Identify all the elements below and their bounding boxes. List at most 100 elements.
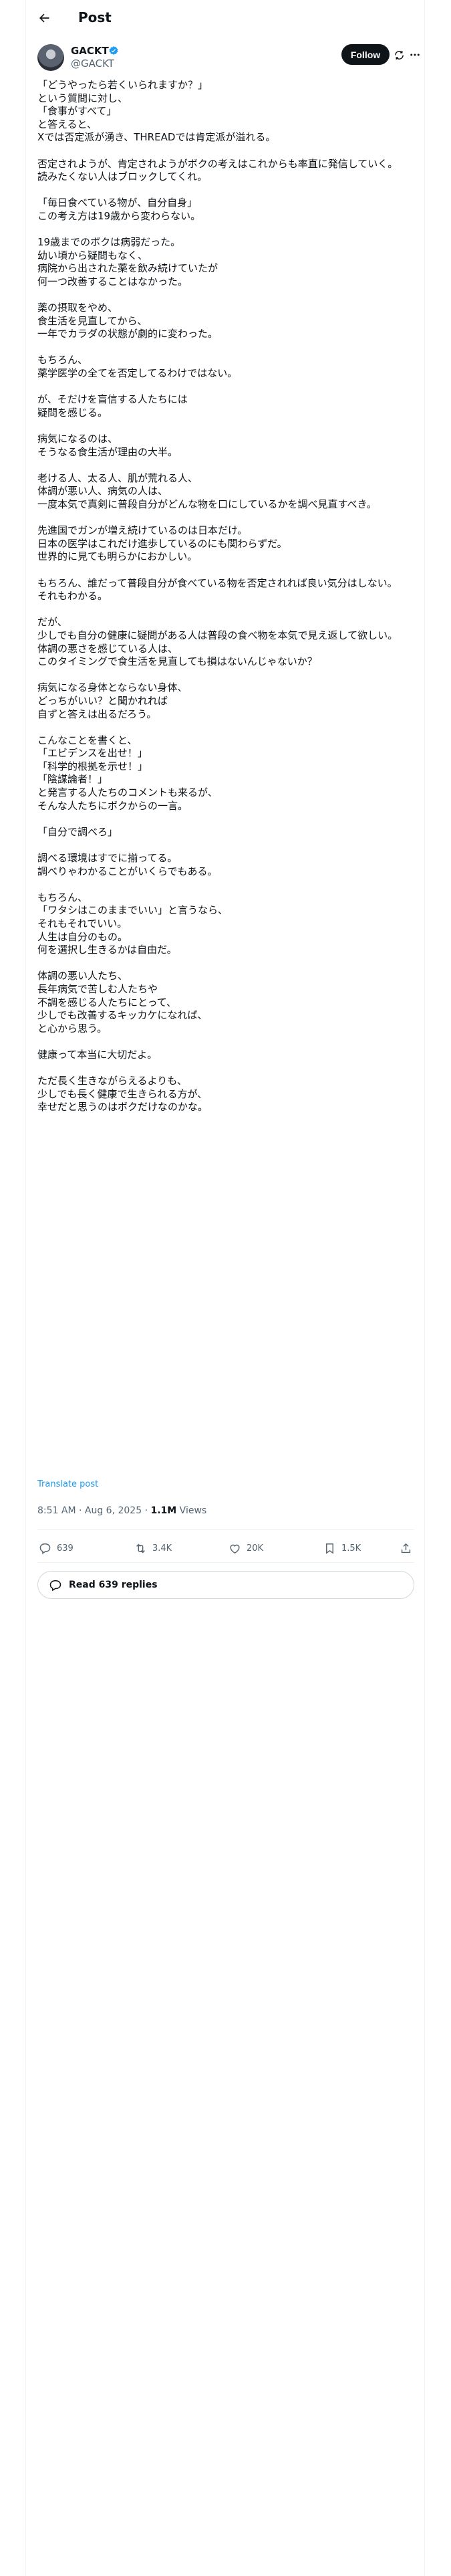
bookmark-icon bbox=[326, 1543, 333, 1554]
post-text-line: 否定されようが、肯定されようがボクの考えはこれからも率直に発信していく。 bbox=[37, 157, 398, 170]
author-row: GACKT @GACKT Follow bbox=[26, 43, 426, 75]
follow-button[interactable]: Follow bbox=[341, 44, 390, 65]
post-text-line: 「自分で調べろ」 bbox=[37, 825, 118, 838]
post-text-line: ただ長く生きながらえるよりも、 bbox=[37, 1075, 187, 1087]
post-text-line: 「毎日食べている物が、自分自身」 bbox=[37, 197, 198, 209]
post-text-line: 人生は自分のもの。 bbox=[37, 930, 128, 943]
post-text-line: こんなことを書くと、 bbox=[37, 734, 138, 746]
post-text-line bbox=[37, 419, 416, 433]
post-text-line bbox=[37, 144, 416, 158]
grok-icon bbox=[394, 50, 404, 60]
post-text-line: という質問に対し、 bbox=[37, 92, 128, 104]
post-text-line: もちろん、 bbox=[37, 891, 88, 903]
post-text-line bbox=[37, 381, 416, 394]
views-label: Views bbox=[176, 1505, 207, 1516]
read-replies-label: Read 639 replies bbox=[69, 1580, 158, 1590]
bookmark-count: 1.5K bbox=[341, 1543, 361, 1553]
post-text-line bbox=[37, 289, 416, 302]
post-text-line: それもわかる。 bbox=[37, 590, 108, 603]
post-text-line: 19歳までのボクは病弱だった。 bbox=[37, 236, 181, 249]
post-text-line: 薬学医学の全てを否定してるわけではない。 bbox=[37, 367, 238, 380]
post-text-line: 少しでも長く健康で生きられる方が、 bbox=[37, 1087, 208, 1100]
author-name[interactable]: GACKT bbox=[71, 45, 109, 57]
post-text-line: 調べる環境はすでに揃ってる。 bbox=[37, 852, 178, 865]
post-text-line: 病気になるのは、 bbox=[37, 433, 118, 445]
post-text-line: 不調を感じる人たちにとって、 bbox=[37, 996, 177, 1008]
more-button[interactable] bbox=[408, 48, 422, 62]
like-button[interactable]: 20K bbox=[229, 1542, 263, 1555]
post-text-line: このタイミングで食生活を見直しても損はないんじゃないか？ bbox=[37, 655, 317, 668]
post-text-line bbox=[37, 839, 416, 852]
back-button[interactable] bbox=[33, 7, 55, 29]
views-count: 1.1M bbox=[150, 1505, 177, 1516]
post-text-line: と発言する人たちのコメントも来るが、 bbox=[37, 786, 218, 799]
post-text-line bbox=[37, 669, 416, 682]
divider bbox=[37, 1562, 414, 1563]
post-text-line: 体調が悪い人、病気の人は、 bbox=[37, 485, 168, 498]
post-text-line bbox=[37, 813, 416, 826]
post-text-line: 健康って本当に大切だよ。 bbox=[37, 1048, 158, 1061]
post-text-line bbox=[37, 1035, 416, 1049]
post-meta: 8:51 AM · Aug 6, 2025 · 1.1M Views bbox=[37, 1505, 206, 1517]
grok-button[interactable] bbox=[392, 48, 406, 62]
post-text-line: 病院から出された薬を飲み続けていたが bbox=[37, 262, 218, 275]
heart-icon bbox=[230, 1544, 240, 1554]
post-text-line: 一年でカラダの状態が劇的に変わった。 bbox=[37, 328, 218, 340]
post-text-line: 読みたくない人はブロックしてくれ。 bbox=[37, 171, 208, 183]
top-bar: Post bbox=[26, 0, 426, 35]
post-timestamp[interactable]: 8:51 AM · Aug 6, 2025 · bbox=[37, 1505, 150, 1516]
verified-badge-icon bbox=[109, 46, 118, 55]
post-text-line: 自ずと答えは出るだろう。 bbox=[37, 708, 157, 720]
post-text-line: 「科学的根拠を示せ！」 bbox=[37, 760, 148, 772]
post-text-line: 少しでも改善するキッカケになれば、 bbox=[37, 1009, 208, 1022]
bookmark-button[interactable]: 1.5K bbox=[323, 1542, 361, 1555]
post-text-line: 「陰謀論者！」 bbox=[37, 773, 108, 786]
chat-bubble-icon bbox=[49, 1580, 61, 1592]
post-text-line: 幼い頃から疑問もなく、 bbox=[37, 249, 148, 261]
post-text-line: 食生活を見直してから、 bbox=[37, 314, 148, 327]
post-text-line: もちろん、誰だって普段自分が食べている物を否定されれば良い気分はしない。 bbox=[37, 576, 398, 589]
read-replies-button[interactable]: Read 639 replies bbox=[37, 1571, 414, 1599]
page-title: Post bbox=[78, 9, 112, 25]
translate-post-link[interactable]: Translate post bbox=[37, 1479, 98, 1490]
post-text-line bbox=[37, 603, 416, 617]
post-text-line: 体調の悪い人たち、 bbox=[37, 970, 128, 982]
repost-button[interactable]: 3.4K bbox=[134, 1542, 172, 1555]
post-text-line bbox=[37, 341, 416, 354]
reply-icon bbox=[39, 1543, 51, 1554]
share-button[interactable] bbox=[400, 1542, 412, 1555]
divider bbox=[37, 1529, 414, 1530]
share-icon bbox=[401, 1543, 411, 1553]
post-text-line: 病気になる身体とならない身体、 bbox=[37, 681, 188, 694]
avatar[interactable] bbox=[37, 44, 64, 71]
post-text-line: 「食事がすべて」 bbox=[37, 105, 117, 118]
reply-count: 639 bbox=[57, 1543, 73, 1553]
post-text-line bbox=[37, 721, 416, 734]
post-text-line: そうなる食生活が理由の大半。 bbox=[37, 445, 178, 458]
author-handle[interactable]: @GACKT bbox=[71, 58, 114, 70]
post-text-line: Xでは否定派が湧き、THREADでは肯定派が溢れる。 bbox=[37, 131, 276, 144]
post-text-line: この考え方は19歳から変わらない。 bbox=[37, 209, 201, 222]
post-body: 「どうやったら若くいられますか？」 という質問に対し、 「食事がすべて」 と答えると、… bbox=[37, 79, 416, 1114]
post-text-line: 何を選択し生きるかは自由だ。 bbox=[37, 944, 177, 956]
post-text-line: だが、 bbox=[37, 616, 67, 629]
post-text-line: 何一つ改善することはなかった。 bbox=[37, 275, 188, 288]
post-text-line bbox=[37, 512, 416, 525]
post-text-line: どっちがいい？と聞かれれば bbox=[37, 694, 168, 707]
post-text-line bbox=[37, 459, 416, 472]
post-text-line bbox=[37, 223, 416, 237]
post-text-line: それもそれでいい。 bbox=[37, 918, 128, 930]
post-text-line: 幸せだと思うのはボクだけなのかな。 bbox=[37, 1101, 208, 1113]
post-text-line: 少しでも自分の健康に疑問がある人は普段の食べ物を本気で見え返して欲しい。 bbox=[37, 629, 398, 641]
post-text-line bbox=[37, 564, 416, 577]
post-text-line: 老ける人、太る人、肌が荒れる人、 bbox=[37, 471, 198, 484]
post-text-line: 先進国でガンが増え続けているのは日本だけ。 bbox=[37, 524, 248, 537]
post-text-line bbox=[37, 184, 416, 197]
more-dots-icon bbox=[410, 53, 420, 56]
post-text-line: 薬の摂取をやめ、 bbox=[37, 302, 118, 314]
post-text-line bbox=[37, 878, 416, 891]
post-text-line: 「エビデンスを出せ！」 bbox=[37, 747, 148, 760]
post-text-line: と心から思う。 bbox=[37, 1022, 108, 1035]
reply-button[interactable]: 639 bbox=[39, 1542, 73, 1555]
post-text-line: 一度本気で真剣に普段自分がどんな物を口にしているかを調べ見直すべき。 bbox=[37, 498, 377, 510]
